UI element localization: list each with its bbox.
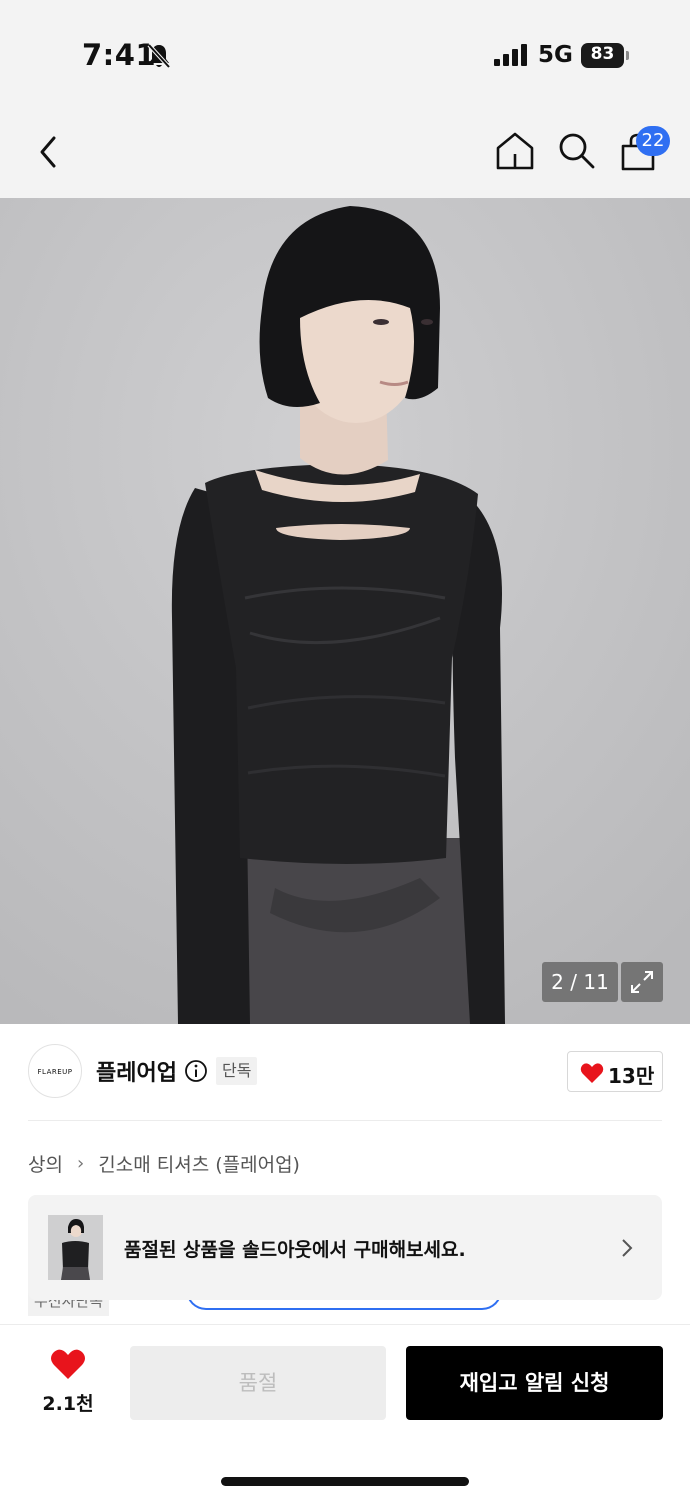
home-icon[interactable] — [494, 130, 536, 172]
breadcrumb-category[interactable]: 상의 — [28, 1150, 63, 1177]
chevron-right-icon: › — [77, 1153, 85, 1174]
back-icon[interactable] — [34, 134, 62, 170]
brand-like-button[interactable]: 13만 — [567, 1051, 663, 1092]
breadcrumb-subcategory[interactable]: 긴소매 티셔츠 (플레어업) — [98, 1150, 300, 1177]
heart-icon — [580, 1063, 604, 1083]
banner-text: 품절된 상품을 솔드아웃에서 구매해보세요. — [124, 1239, 466, 1261]
exclusive-badge: 단독 — [216, 1057, 258, 1085]
home-indicator — [221, 1477, 469, 1486]
battery-level: 83 — [590, 44, 615, 64]
brand-logo[interactable]: FLAREUP — [28, 1044, 82, 1098]
brand-like-count: 13만 — [608, 1064, 655, 1088]
divider — [28, 1120, 662, 1121]
network-label: 5G — [538, 42, 573, 68]
bell-slash-icon — [147, 43, 171, 69]
brand-logo-text: FLAREUP — [37, 1068, 73, 1076]
expand-button[interactable] — [621, 962, 663, 1002]
info-icon[interactable] — [184, 1059, 208, 1083]
expand-icon — [631, 971, 653, 993]
chevron-right-icon — [622, 1239, 633, 1257]
breadcrumb: 상의 › 긴소매 티셔츠 (플레어업) — [28, 1150, 300, 1177]
wishlist-heart-icon[interactable] — [50, 1348, 86, 1380]
image-counter: 2 / 11 — [542, 962, 618, 1002]
cart-badge: 22 — [636, 126, 670, 156]
product-image[interactable] — [0, 198, 690, 1024]
restock-alert-button[interactable]: 재입고 알림 신청 — [406, 1346, 663, 1420]
banner-thumbnail — [48, 1215, 103, 1280]
brand-name[interactable]: 플레어업 — [96, 1055, 177, 1087]
soldout-button[interactable]: 품절 — [130, 1346, 386, 1420]
wishlist-count: 2.1천 — [42, 1393, 94, 1415]
status-bar: 7:41 5G 83 — [0, 0, 690, 100]
battery-icon: 83 — [581, 43, 629, 68]
soldout-banner[interactable]: 품절된 상품을 솔드아웃에서 구매해보세요. — [28, 1195, 662, 1300]
search-icon[interactable] — [556, 130, 596, 170]
top-nav-bar — [0, 100, 690, 198]
signal-icon — [494, 44, 527, 66]
product-photo-illustration — [0, 198, 690, 1024]
